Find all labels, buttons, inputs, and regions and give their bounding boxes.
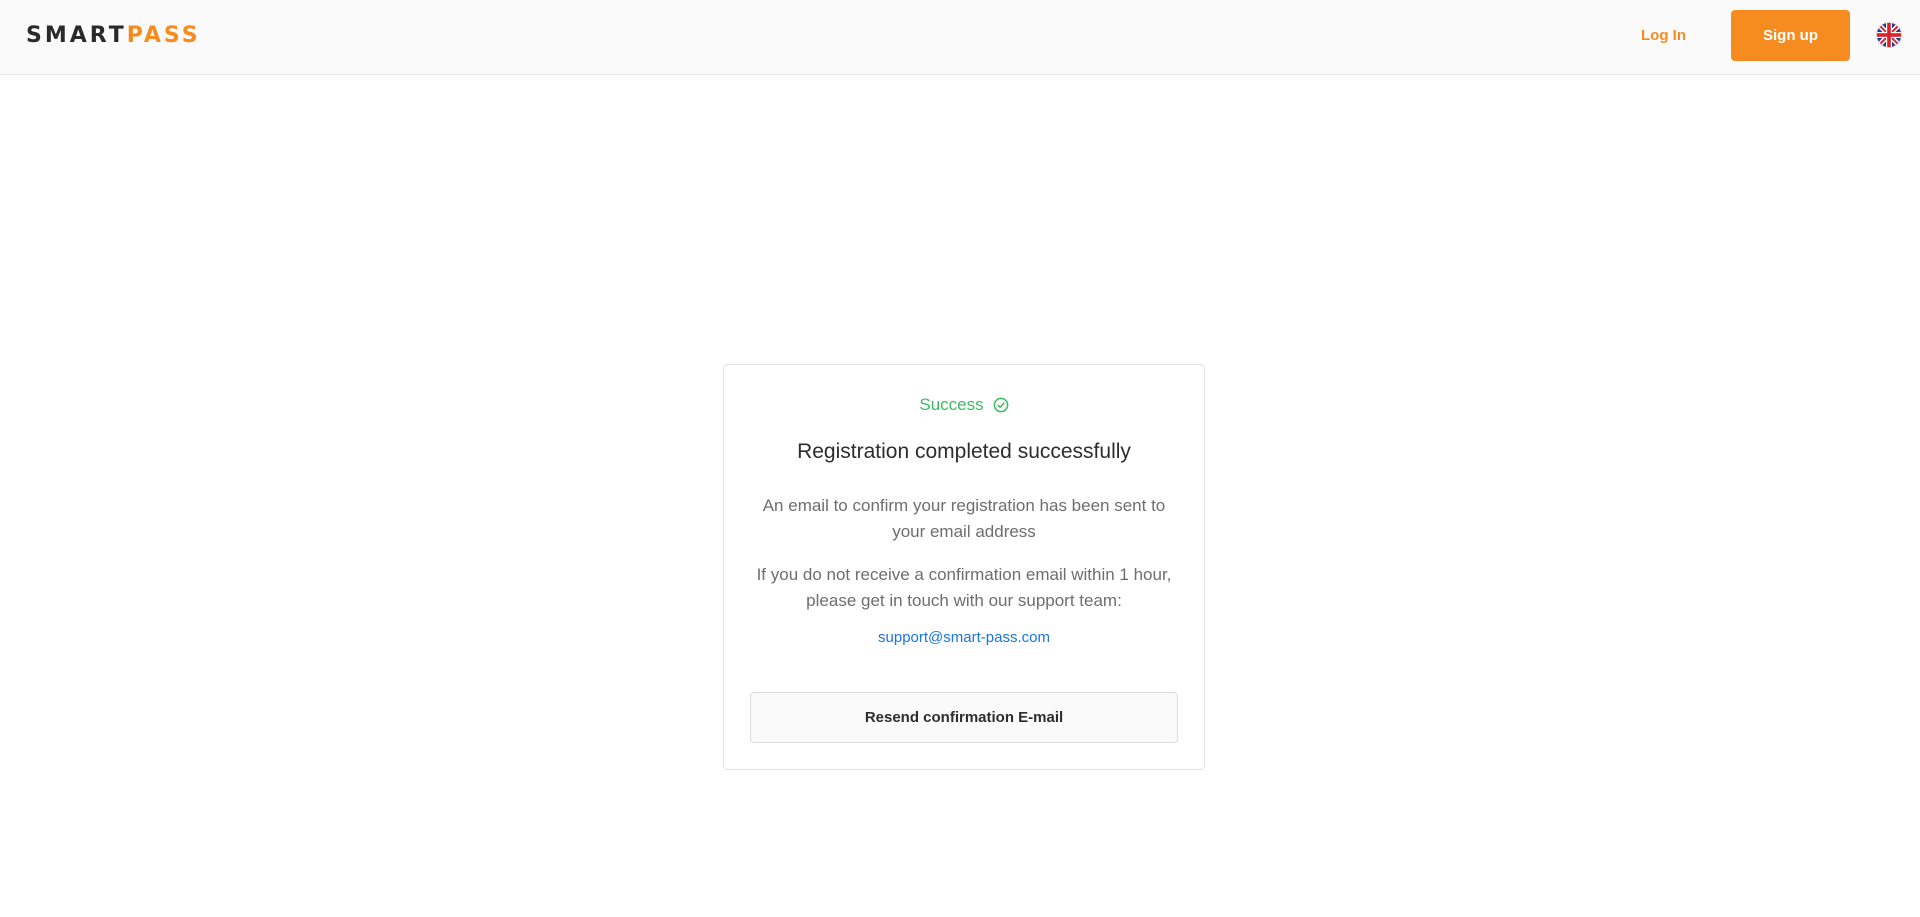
signup-button[interactable]: Sign up (1731, 10, 1850, 61)
smartpass-logo[interactable]: SMARTPASS (26, 24, 201, 48)
status-label: Success (919, 395, 984, 414)
support-email-link[interactable]: support@smart-pass.com (724, 627, 1204, 649)
logo-text-pass: PASS (126, 23, 201, 48)
card-title: Registration completed successfully (797, 440, 1131, 463)
login-link[interactable]: Log In (1620, 10, 1707, 61)
confirmation-sent-text: An email to confirm your registration ha… (762, 496, 1166, 541)
resend-confirmation-button[interactable]: Resend confirmation E-mail (750, 692, 1178, 743)
support-instructions-text: If you do not receive a confirmation ema… (756, 565, 1172, 610)
check-circle-icon (993, 397, 1008, 413)
uk-flag-icon[interactable] (1876, 22, 1902, 48)
registration-success-card: Success Registration completed successfu… (723, 364, 1205, 770)
top-header: SMARTPASS Log In Sign up (0, 0, 1920, 75)
status-row: Success (724, 393, 1204, 417)
logo-text-smart: SMART (26, 23, 127, 48)
